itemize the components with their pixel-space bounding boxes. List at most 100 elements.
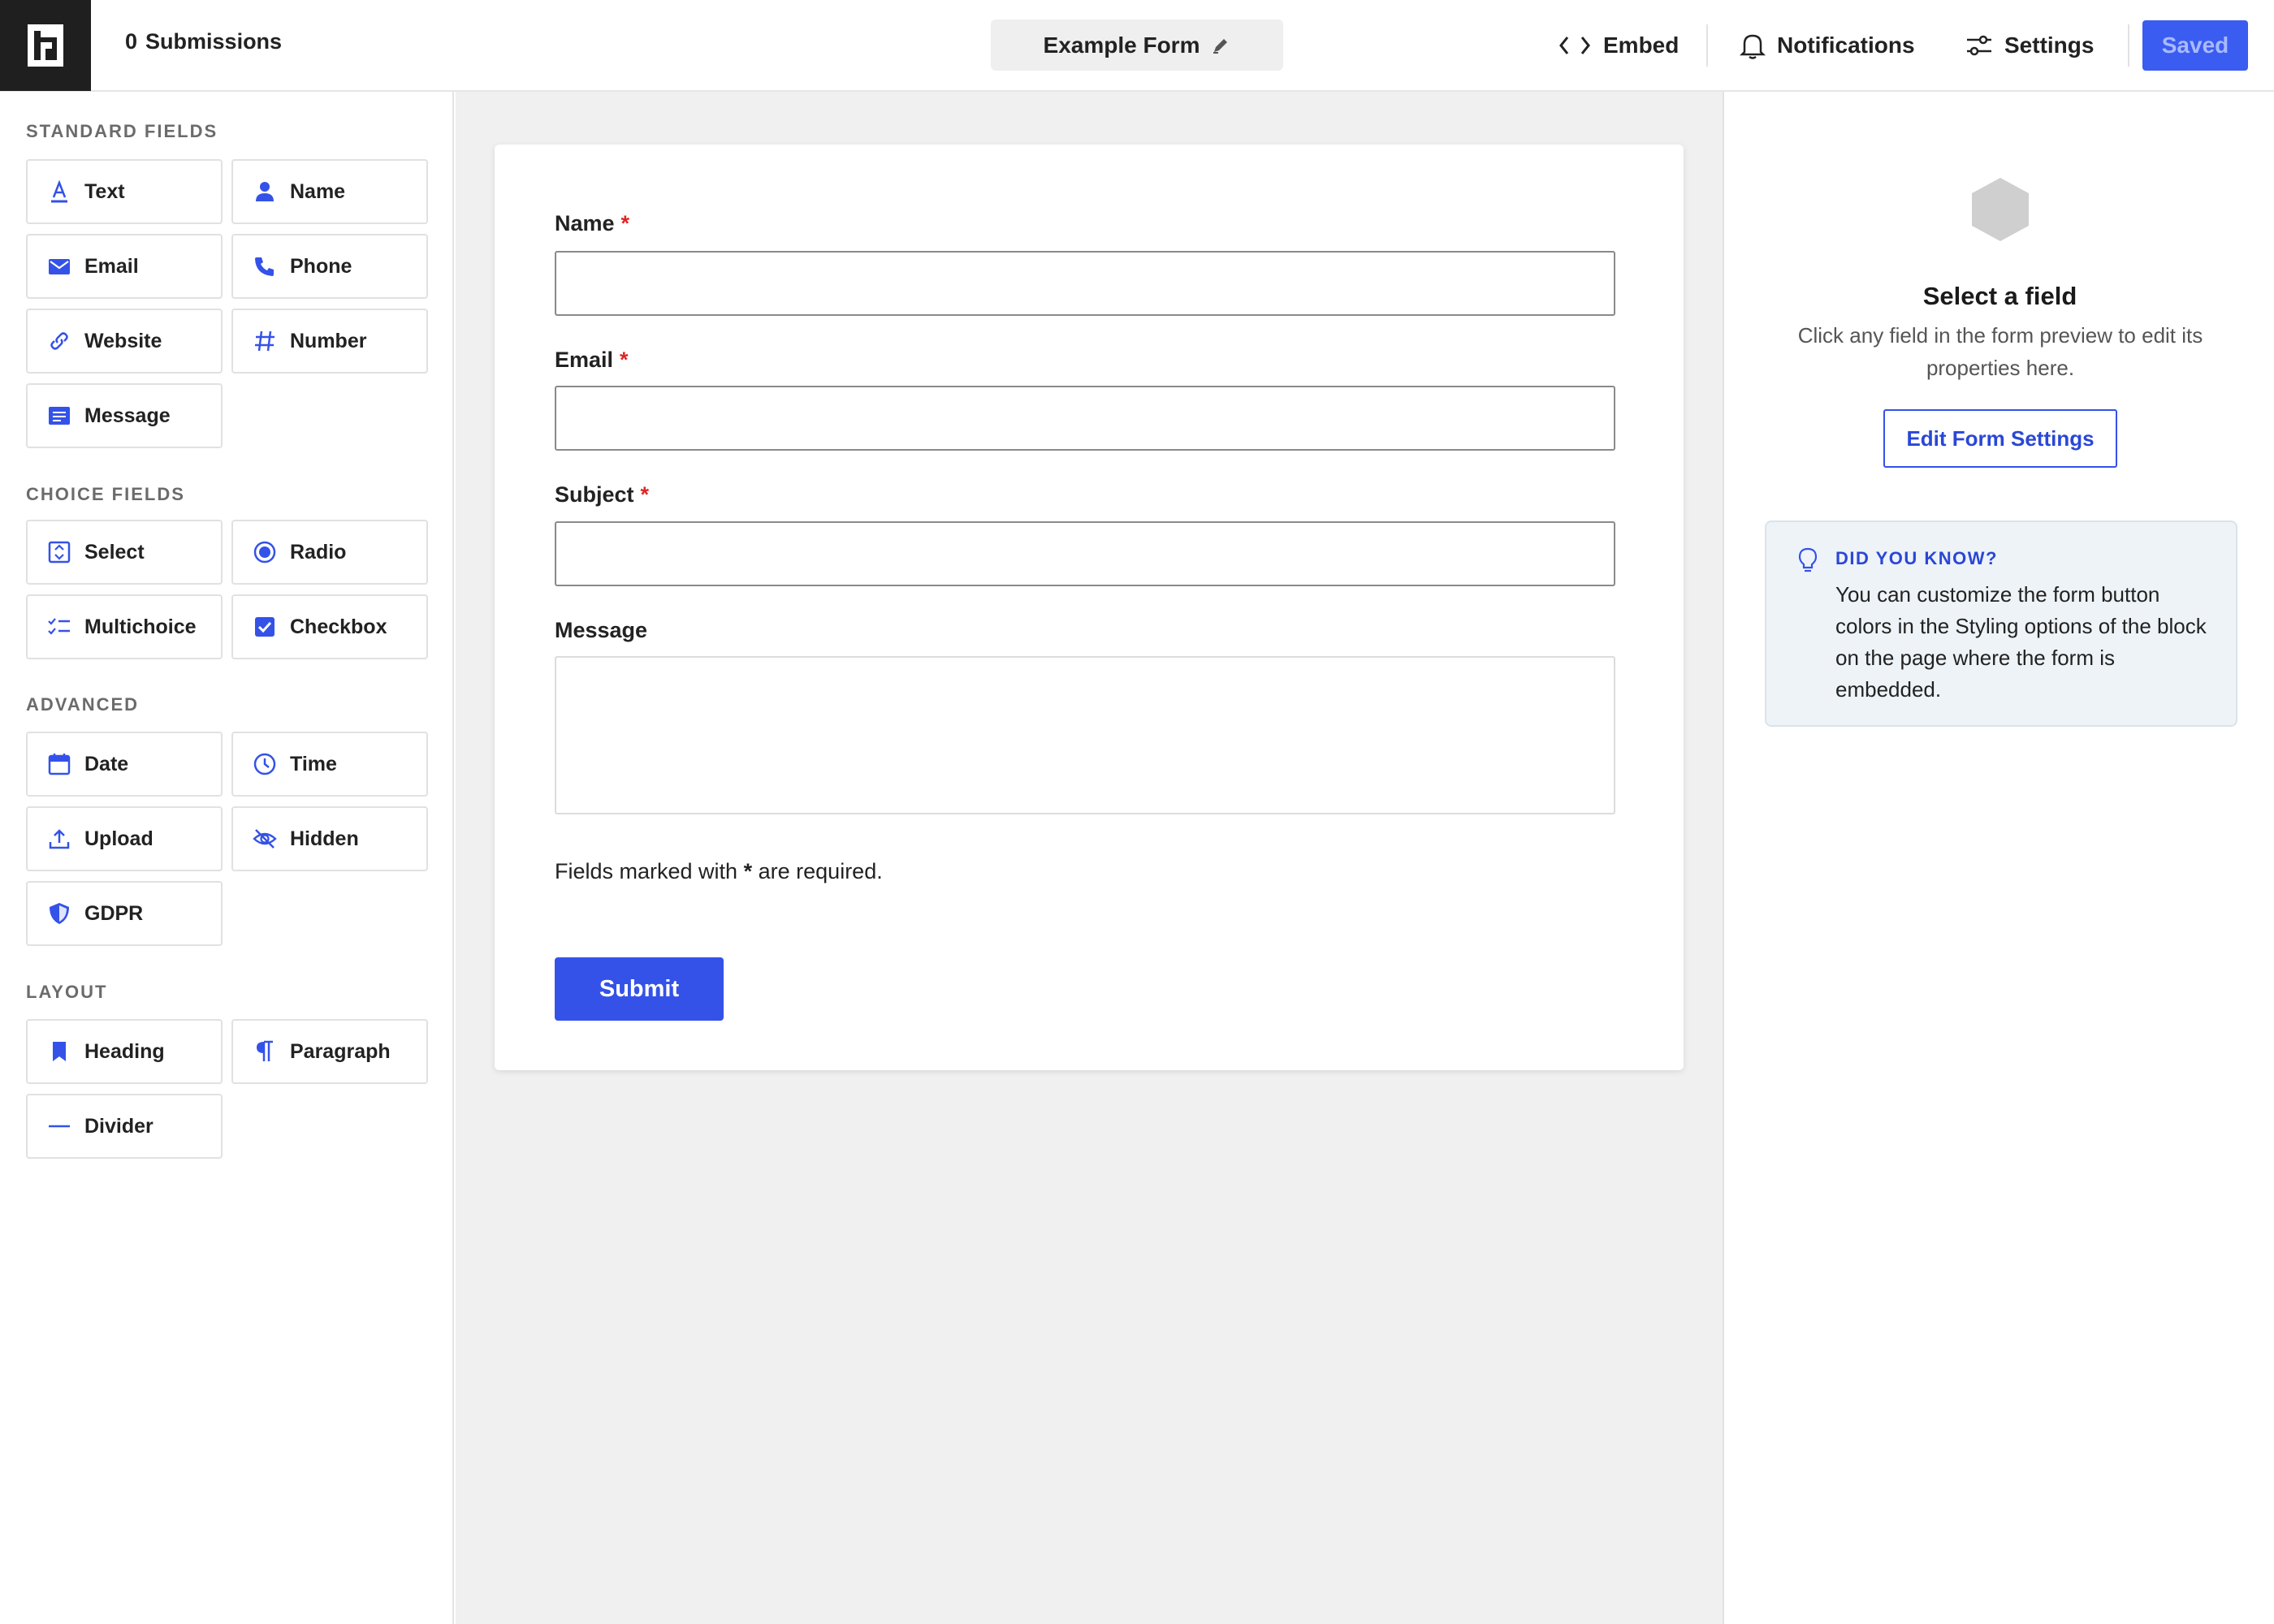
field-label-subject: Subject *	[555, 482, 650, 507]
field-button-phone[interactable]: Phone	[231, 234, 428, 299]
select-icon	[47, 540, 71, 564]
field-label-message: Message	[555, 618, 648, 642]
subject-input[interactable]	[555, 521, 1615, 586]
checklist-icon	[47, 615, 71, 639]
embed-label: Embed	[1603, 32, 1680, 58]
calendar-icon	[47, 752, 71, 776]
field-button-label: Name	[290, 179, 346, 203]
embed-button[interactable]: Embed	[1558, 24, 1679, 67]
form-preview-card: Name * Email * Subject * Message Fields mar…	[495, 145, 1684, 1070]
field-label-email: Email *	[555, 348, 629, 372]
field-button-upload[interactable]: Upload	[26, 806, 223, 871]
section-title-choice: CHOICE FIELDS	[26, 484, 185, 504]
field-button-website[interactable]: Website	[26, 309, 223, 374]
field-button-heading[interactable]: Heading	[26, 1019, 223, 1084]
field-button-label: Radio	[290, 540, 347, 564]
code-icon	[1559, 37, 1590, 54]
bookmark-icon	[47, 1039, 71, 1064]
submissions-count: 0	[125, 29, 138, 54]
field-button-email[interactable]: Email	[26, 234, 223, 299]
field-button-date[interactable]: Date	[26, 732, 223, 797]
required-note: Fields marked with * are required.	[555, 859, 883, 883]
link-icon	[47, 329, 71, 353]
hexagon-icon	[1972, 178, 2029, 241]
required-marker: *	[620, 211, 630, 235]
tip-text: You can customize the form button colors…	[1835, 582, 2207, 702]
checkbox-icon	[253, 615, 277, 639]
field-button-label: Number	[290, 329, 367, 352]
required-marker: *	[620, 348, 629, 372]
notifications-label: Notifications	[1777, 32, 1915, 58]
field-button-label: Website	[84, 329, 162, 352]
field-button-label: Upload	[84, 827, 153, 850]
field-button-label: GDPR	[84, 901, 144, 925]
eye-off-icon	[253, 827, 277, 851]
section-title-layout: LAYOUT	[26, 982, 108, 1002]
field-button-label: Select	[84, 540, 145, 564]
email-input[interactable]	[555, 386, 1615, 451]
nav-divider	[2128, 24, 2129, 67]
message-icon	[47, 404, 71, 428]
field-button-label: Time	[290, 752, 337, 775]
name-input[interactable]	[555, 251, 1615, 316]
edit-form-settings-button[interactable]: Edit Form Settings	[1883, 409, 2117, 468]
tip-title: DID YOU KNOW?	[1835, 548, 1998, 568]
app-logo[interactable]	[0, 0, 91, 91]
submissions-label: Submissions	[145, 29, 283, 54]
logo-icon	[28, 24, 63, 67]
field-button-text[interactable]: Text	[26, 159, 223, 224]
settings-button[interactable]: Settings	[1965, 24, 2094, 67]
field-button-message[interactable]: Message	[26, 383, 223, 448]
panel-title: Select a field	[1922, 282, 2077, 310]
field-button-label: Heading	[84, 1039, 165, 1063]
field-button-label: Hidden	[290, 827, 359, 850]
field-button-divider[interactable]: Divider	[26, 1094, 223, 1159]
section-title-standard: STANDARD FIELDS	[26, 121, 218, 141]
notifications-button[interactable]: Notifications	[1740, 24, 1915, 67]
submissions-link[interactable]: 0 Submissions	[125, 29, 282, 54]
tip-box: DID YOU KNOW? You can customize the form…	[1765, 520, 2237, 727]
field-button-label: Paragraph	[290, 1039, 391, 1063]
field-button-label: Email	[84, 254, 139, 278]
field-button-label: Divider	[84, 1114, 153, 1138]
field-button-time[interactable]: Time	[231, 732, 428, 797]
field-palette-sidebar: STANDARD FIELDS Text Name Email Phone We…	[0, 92, 454, 1624]
panel-description: Click any field in the form preview to e…	[1797, 323, 2203, 380]
field-button-label: Text	[84, 179, 125, 203]
field-button-label: Date	[84, 752, 129, 775]
required-marker: *	[640, 482, 650, 507]
field-button-label: Multichoice	[84, 615, 197, 638]
sliders-icon	[1967, 35, 1991, 56]
field-button-gdpr[interactable]: GDPR	[26, 881, 223, 946]
top-bar: 0 Submissions Example Form Embed Notifica…	[0, 0, 2274, 92]
pencil-icon	[1213, 38, 1228, 54]
hash-icon	[253, 329, 277, 353]
radio-icon	[253, 540, 277, 564]
text-icon	[47, 179, 71, 204]
field-button-label: Phone	[290, 254, 352, 278]
settings-label: Settings	[2004, 32, 2095, 58]
field-button-multichoice[interactable]: Multichoice	[26, 594, 223, 659]
bell-icon	[1740, 34, 1766, 59]
field-button-radio[interactable]: Radio	[231, 520, 428, 585]
field-button-name[interactable]: Name	[231, 159, 428, 224]
field-button-number[interactable]: Number	[231, 309, 428, 374]
divider-icon	[47, 1114, 71, 1138]
form-title: Example Form	[1043, 32, 1200, 58]
field-button-select[interactable]: Select	[26, 520, 223, 585]
nav-divider	[1706, 24, 1708, 67]
form-preview-canvas: Name * Email * Subject * Message Fields mar…	[456, 92, 1723, 1624]
message-textarea[interactable]	[555, 656, 1615, 814]
envelope-icon	[47, 254, 71, 279]
phone-icon	[253, 254, 277, 279]
section-title-advanced: ADVANCED	[26, 694, 140, 715]
pilcrow-icon	[253, 1039, 277, 1064]
upload-icon	[47, 827, 71, 851]
submit-button[interactable]: Submit	[555, 957, 724, 1021]
form-title-button[interactable]: Example Form	[991, 19, 1283, 71]
lightbulb-icon	[1798, 547, 1818, 572]
field-button-checkbox[interactable]: Checkbox	[231, 594, 428, 659]
field-button-hidden[interactable]: Hidden	[231, 806, 428, 871]
field-button-paragraph[interactable]: Paragraph	[231, 1019, 428, 1084]
saved-button[interactable]: Saved	[2142, 20, 2248, 71]
